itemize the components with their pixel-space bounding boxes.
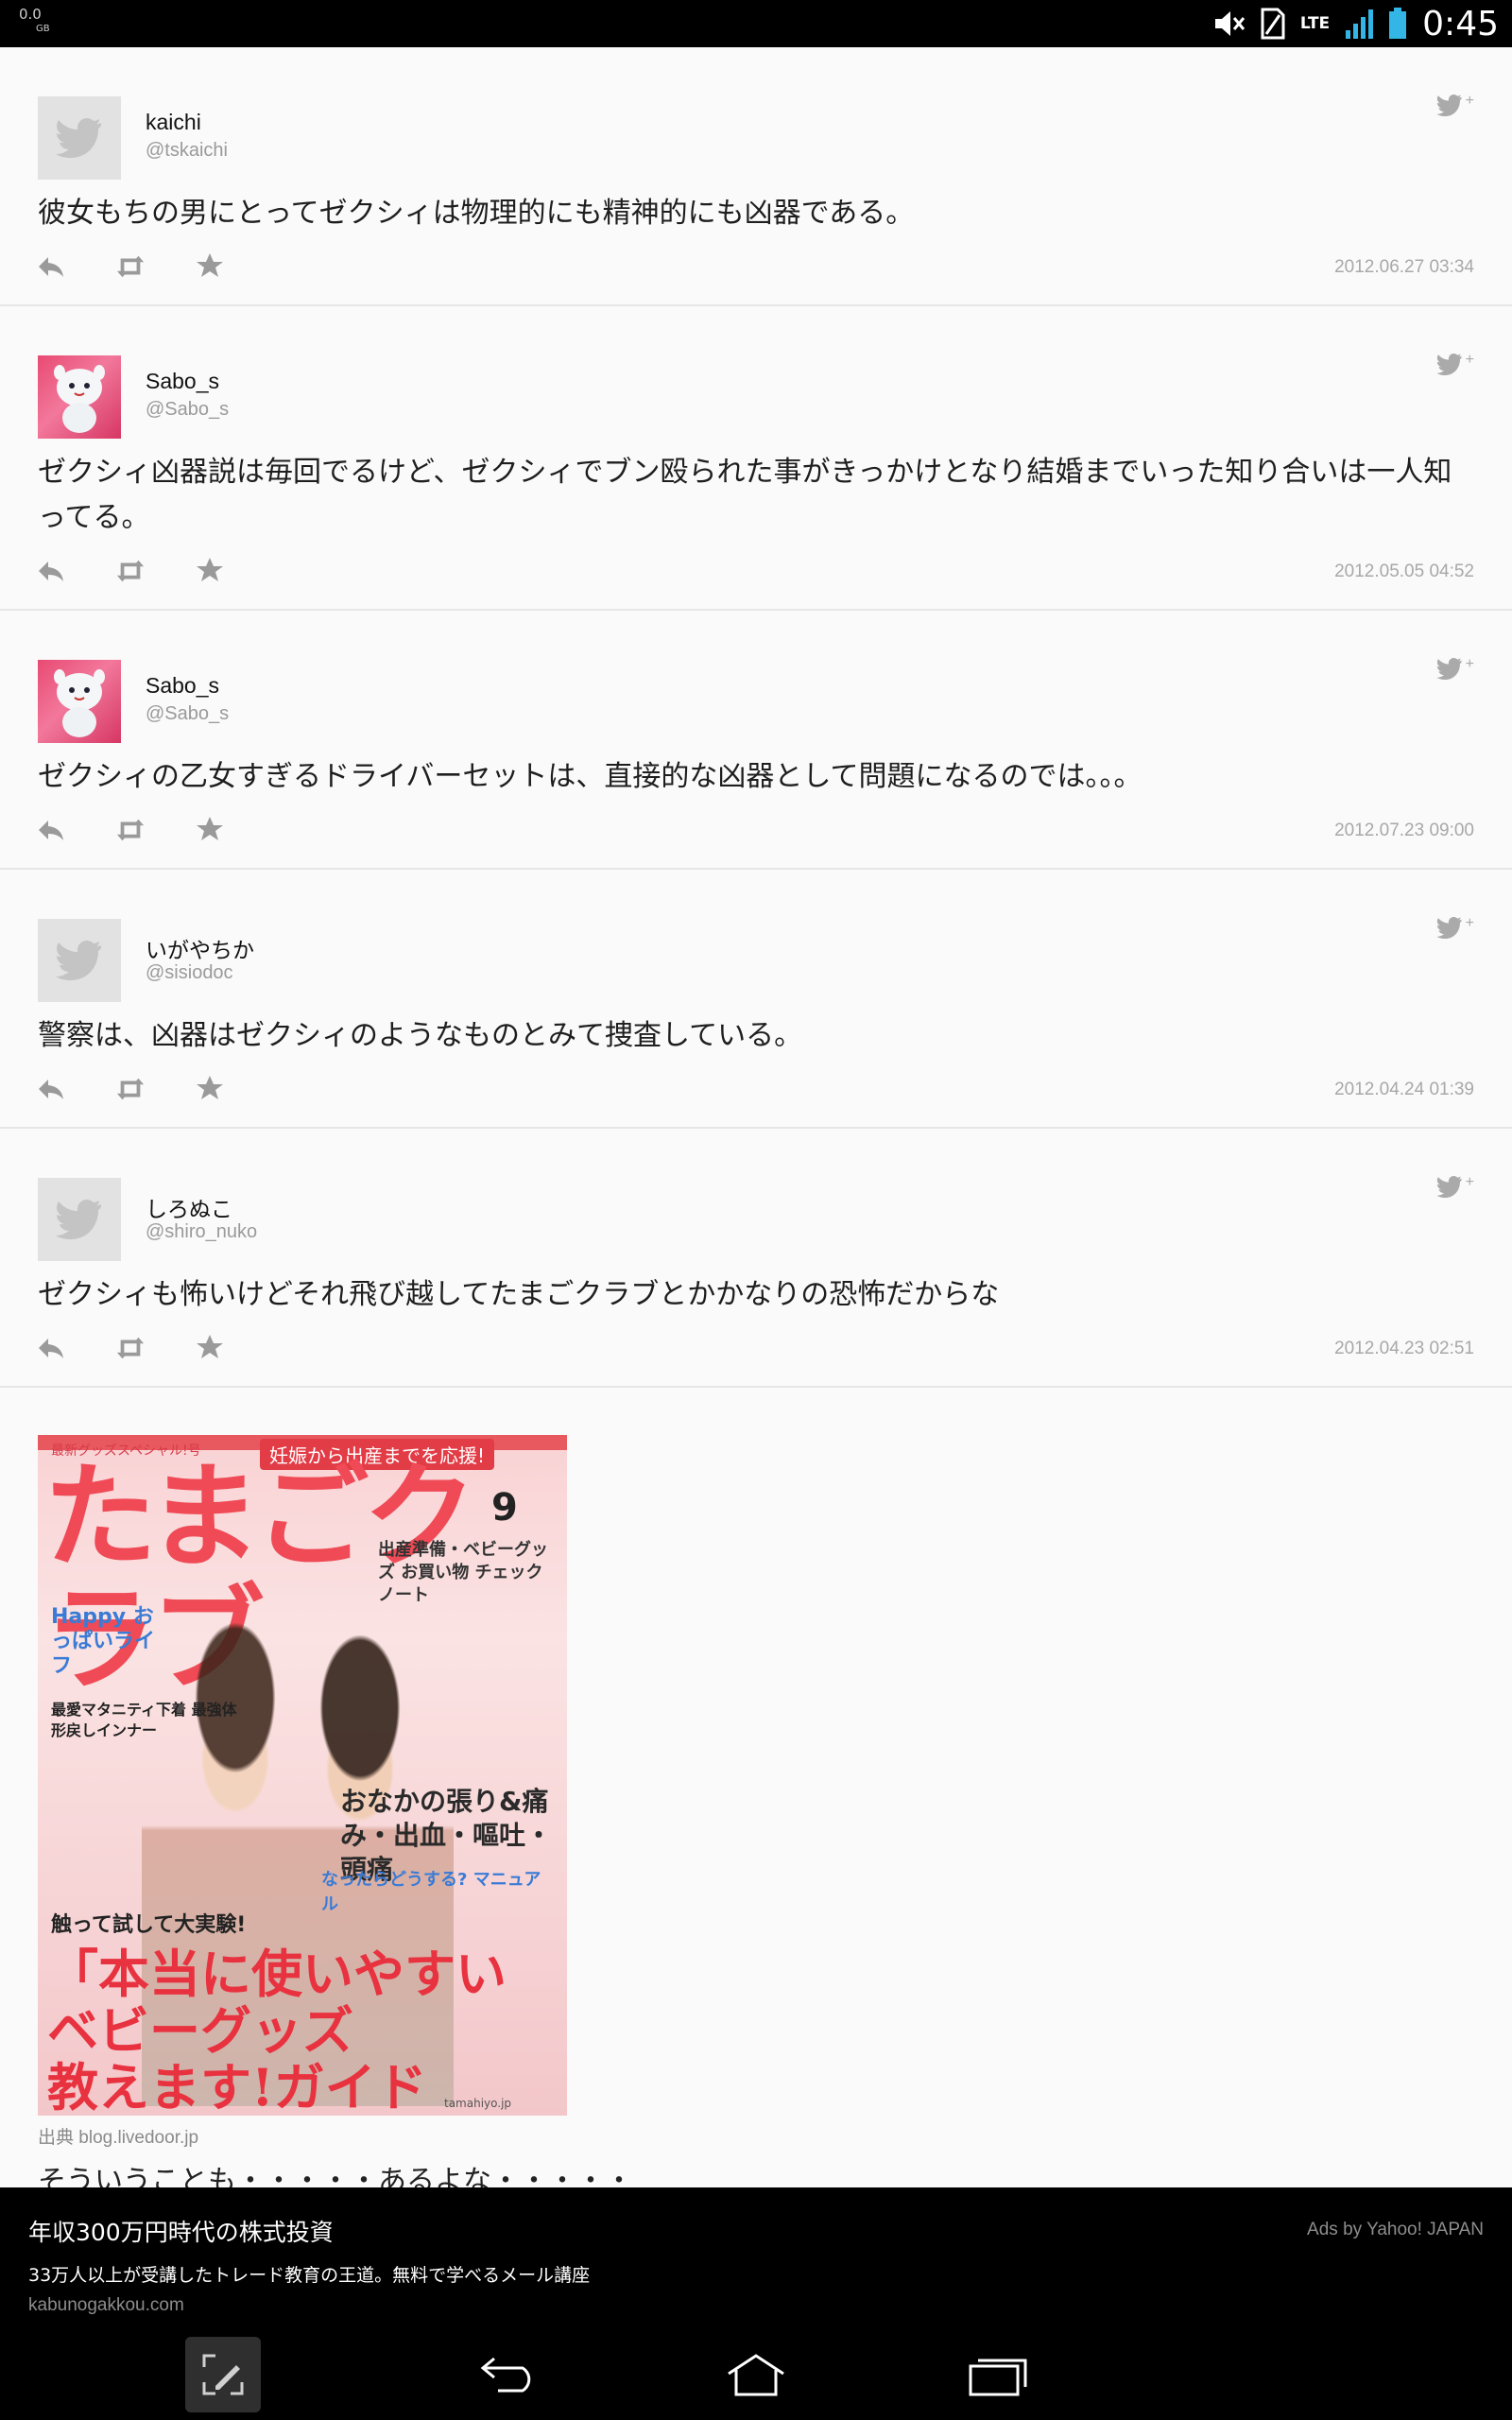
favorite-icon[interactable] xyxy=(195,1333,225,1363)
tweet-text: ゼクシィの乙女すぎるドライバーセットは、直接的な凶器として問題になるのでは。。。 xyxy=(38,760,1143,793)
follow-button[interactable]: + xyxy=(1435,915,1474,939)
ad-banner[interactable]: 年収300万円時代の株式投資 33万人以上が受講したトレード教育の王道。無料で学… xyxy=(0,2187,1512,2329)
magazine-blurb: 最愛マタニティ下着 最強体形戻しインナー xyxy=(51,1701,237,1739)
user-handle[interactable]: @shiro_nuko xyxy=(146,1221,257,1243)
photo-avatar[interactable] xyxy=(38,355,121,439)
user-name[interactable]: Sabo_s xyxy=(146,673,219,699)
photo-avatar[interactable] xyxy=(38,660,121,743)
twitter-bird-icon xyxy=(1435,917,1462,939)
battery-icon xyxy=(1388,8,1407,40)
sim-icon xyxy=(1261,8,1285,40)
magazine-issue: 9 xyxy=(491,1486,518,1530)
tweet-card[interactable]: いがやちか @sisiodoc + 警察は、凶器はゼクシィのようなものとみて捜査… xyxy=(0,870,1512,1129)
tweet-text: 警察は、凶器はゼクシィのようなものとみて捜査している。 xyxy=(38,1019,803,1052)
default-avatar-icon[interactable] xyxy=(38,1178,121,1261)
data-unit: GB xyxy=(36,24,50,34)
magazine-cover-image[interactable]: 最新グッズスペシャル!号 妊娠から出産までを応援! たまごクラブ 9 出産準備・… xyxy=(38,1435,567,2116)
retweet-icon[interactable] xyxy=(115,1333,146,1363)
reply-icon[interactable] xyxy=(36,815,66,845)
user-handle[interactable]: @sisiodoc xyxy=(146,962,233,984)
tweet-date: 2012.06.27 03:34 xyxy=(1334,257,1474,277)
tweet-actions xyxy=(36,815,274,845)
tweet-text: ゼクシィ凶器説は毎回でるけど、ゼクシィでブン殴られた事がきっかけとなり結婚までい… xyxy=(38,456,1452,534)
magazine-blurb: Happy おっぱいライフ xyxy=(51,1605,156,1678)
follow-button[interactable]: + xyxy=(1435,352,1474,375)
tweet-actions xyxy=(36,251,274,282)
default-avatar-icon[interactable] xyxy=(38,96,121,180)
back-icon[interactable] xyxy=(472,2337,548,2412)
user-name[interactable]: Sabo_s xyxy=(146,369,219,394)
tweet-feed: kaichi @tskaichi + 彼女もちの男にとってゼクシィは物理的にも精… xyxy=(0,47,1512,1388)
home-icon[interactable] xyxy=(718,2337,794,2412)
reply-icon[interactable] xyxy=(36,556,66,586)
twitter-bird-icon xyxy=(1435,1176,1462,1198)
favorite-icon[interactable] xyxy=(195,815,225,845)
magazine-site: tamahiyo.jp xyxy=(444,2097,512,2110)
twitter-bird-icon xyxy=(1435,354,1462,375)
plus-icon: + xyxy=(1465,352,1474,368)
user-handle[interactable]: @Sabo_s xyxy=(146,703,229,725)
status-bar: 0.0 GB LTE 0:45 xyxy=(0,0,1512,47)
plus-icon: + xyxy=(1465,1174,1474,1190)
image-source[interactable]: 出典 blog.livedoor.jp xyxy=(38,2123,198,2149)
ad-description: 33万人以上が受講したトレード教育の王道。無料で学べるメール講座 xyxy=(28,2265,591,2286)
recent-apps-icon[interactable] xyxy=(960,2337,1036,2412)
mute-icon xyxy=(1213,9,1246,38)
magazine-blurb: 触って試して大実験! xyxy=(51,1913,247,1937)
magazine-headline: 「本当に使いやすい ベビーグッズ 教えます!ガイド xyxy=(47,1944,507,2116)
reply-icon[interactable] xyxy=(36,1333,66,1363)
retweet-icon[interactable] xyxy=(115,815,146,845)
tweet-date: 2012.04.23 02:51 xyxy=(1334,1339,1474,1358)
tweet-actions xyxy=(36,556,274,586)
tweet-card[interactable]: Sabo_s @Sabo_s + ゼクシィの乙女すぎるドライバーセットは、直接的… xyxy=(0,611,1512,870)
tweet-date: 2012.05.05 04:52 xyxy=(1334,562,1474,581)
follow-button[interactable]: + xyxy=(1435,93,1474,116)
plus-icon: + xyxy=(1465,915,1474,931)
tweet-actions xyxy=(36,1333,274,1363)
follow-button[interactable]: + xyxy=(1435,656,1474,680)
data-speed: 0.0 xyxy=(19,6,42,23)
ad-provider: Ads by Yahoo! JAPAN xyxy=(1307,2220,1484,2239)
user-handle[interactable]: @tskaichi xyxy=(146,140,228,162)
retweet-icon[interactable] xyxy=(115,556,146,586)
plus-icon: + xyxy=(1465,656,1474,672)
tweet-actions xyxy=(36,1074,274,1104)
tweet-card[interactable]: しろぬこ @shiro_nuko + ゼクシィも怖いけどそれ飛び越してたまごクラ… xyxy=(0,1129,1512,1388)
reply-icon[interactable] xyxy=(36,1074,66,1104)
lte-icon: LTE xyxy=(1299,14,1331,33)
signal-icon xyxy=(1345,8,1374,40)
retweet-icon[interactable] xyxy=(115,1074,146,1104)
plus-icon: + xyxy=(1465,93,1474,109)
reply-icon[interactable] xyxy=(36,251,66,282)
navigation-bar xyxy=(0,2329,1512,2420)
ad-title[interactable]: 年収300万円時代の株式投資 xyxy=(28,2214,334,2248)
follow-button[interactable]: + xyxy=(1435,1174,1474,1198)
retweet-icon[interactable] xyxy=(115,251,146,282)
data-usage-indicator: 0.0 GB xyxy=(19,8,50,36)
compose-icon[interactable] xyxy=(185,2337,261,2412)
tweet-card[interactable]: Sabo_s @Sabo_s + ゼクシィ凶器説は毎回でるけど、ゼクシィでブン殴… xyxy=(0,306,1512,611)
ad-url[interactable]: kabunogakkou.com xyxy=(28,2295,184,2316)
magazine-blurb: なったらどうする? マニュアル xyxy=(321,1870,541,1914)
twitter-bird-icon xyxy=(1435,95,1462,116)
user-name[interactable]: kaichi xyxy=(146,110,201,135)
tweet-date: 2012.07.23 09:00 xyxy=(1334,821,1474,840)
user-name[interactable]: いがやちか xyxy=(146,932,254,964)
tweet-text: ゼクシィも怖いけどそれ飛び越してたまごクラブとかかなりの恐怖だからな xyxy=(38,1278,1000,1311)
user-name[interactable]: しろぬこ xyxy=(146,1191,232,1223)
favorite-icon[interactable] xyxy=(195,1074,225,1104)
favorite-icon[interactable] xyxy=(195,251,225,282)
twitter-bird-icon xyxy=(1435,658,1462,680)
tweet-date: 2012.04.24 01:39 xyxy=(1334,1080,1474,1099)
magazine-blurb: 出産準備・ベビーグッズ お買い物 チェックノート xyxy=(378,1540,548,1605)
user-handle[interactable]: @Sabo_s xyxy=(146,399,229,421)
clock: 0:45 xyxy=(1422,4,1499,43)
favorite-icon[interactable] xyxy=(195,556,225,586)
tweet-card[interactable]: kaichi @tskaichi + 彼女もちの男にとってゼクシィは物理的にも精… xyxy=(0,47,1512,306)
tweet-text: 彼女もちの男にとってゼクシィは物理的にも精神的にも凶器である。 xyxy=(38,197,915,230)
default-avatar-icon[interactable] xyxy=(38,919,121,1002)
